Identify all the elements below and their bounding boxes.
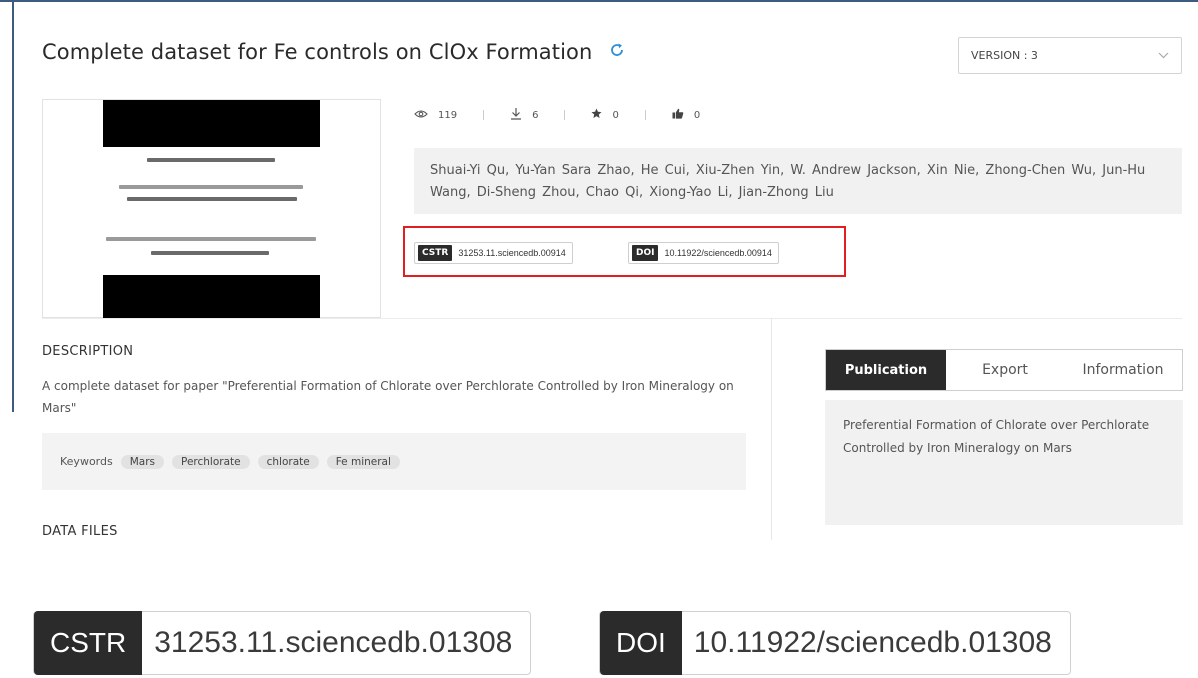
zoomed-cstr-identifier: CSTR 31253.11.sciencedb.01308 xyxy=(33,611,532,675)
side-tabs: Publication Export Information xyxy=(825,349,1183,391)
downloads-stat: 6 xyxy=(510,107,538,123)
zoomed-cstr-tag: CSTR xyxy=(34,611,143,675)
views-stat: 119 xyxy=(414,109,457,122)
doi-identifier[interactable]: DOI 10.11922/sciencedb.00914 xyxy=(628,242,779,264)
description-text: A complete dataset for paper "Preferenti… xyxy=(42,379,734,415)
chevron-down-icon xyxy=(1158,49,1169,62)
section-divider xyxy=(42,318,1182,319)
keyword-tag[interactable]: chlorate xyxy=(257,454,319,469)
keywords-box: Keywords Mars Perchlorate chlorate Fe mi… xyxy=(42,433,746,490)
author-list: Shuai-Yi Qu, Yu-Yan Sara Zhao, He Cui, X… xyxy=(414,148,1182,214)
stars-stat[interactable]: 0 xyxy=(591,108,619,122)
download-icon xyxy=(510,107,522,123)
stat-divider xyxy=(483,110,485,120)
redaction-bar-top xyxy=(103,100,320,147)
keywords-label: Keywords xyxy=(60,455,113,468)
version-select[interactable]: VERSION : 3 xyxy=(958,37,1182,74)
tab-publication[interactable]: Publication xyxy=(826,350,946,390)
description-heading: DESCRIPTION xyxy=(42,344,134,359)
doi-value: 10.11922/sciencedb.00914 xyxy=(664,248,772,258)
version-label: VERSION : 3 xyxy=(971,49,1038,62)
star-icon xyxy=(591,108,602,122)
cstr-value: 31253.11.sciencedb.00914 xyxy=(458,248,566,258)
zoomed-doi-value: 10.11922/sciencedb.01308 xyxy=(693,626,1052,659)
stat-divider xyxy=(564,110,566,120)
redaction-bar-bottom xyxy=(103,275,320,318)
thumbnail-text-line xyxy=(151,251,269,255)
zoomed-doi-tag: DOI xyxy=(600,611,682,675)
thumbnail-text-line xyxy=(127,197,297,201)
keyword-tag[interactable]: Fe mineral xyxy=(326,454,400,469)
dataset-title-text: Complete dataset for Fe controls on ClOx… xyxy=(42,40,593,64)
cstr-tag: CSTR xyxy=(418,245,453,261)
zoomed-cstr-value: 31253.11.sciencedb.01308 xyxy=(154,626,513,659)
publication-panel: Preferential Formation of Chlorate over … xyxy=(825,400,1183,525)
thumbnail-text-line xyxy=(147,158,275,162)
keyword-tag[interactable]: Perchlorate xyxy=(172,454,250,469)
stars-count: 0 xyxy=(612,109,619,121)
doi-tag: DOI xyxy=(632,245,659,261)
keyword-tag[interactable]: Mars xyxy=(120,454,164,469)
refresh-icon[interactable] xyxy=(609,39,625,63)
tab-export[interactable]: Export xyxy=(946,350,1064,390)
document-thumbnail[interactable] xyxy=(42,99,381,318)
data-files-heading: DATA FILES xyxy=(42,524,118,539)
thumbs-up-icon xyxy=(672,108,684,122)
thumbnail-text-line xyxy=(119,185,303,189)
column-divider xyxy=(771,318,772,540)
zoomed-doi-identifier: DOI 10.11922/sciencedb.01308 xyxy=(599,611,1071,675)
downloads-count: 6 xyxy=(532,109,539,121)
views-count: 119 xyxy=(438,109,458,121)
dataset-title: Complete dataset for Fe controls on ClOx… xyxy=(42,40,625,64)
stat-divider xyxy=(644,110,646,120)
tab-information[interactable]: Information xyxy=(1064,350,1182,390)
likes-stat[interactable]: 0 xyxy=(672,108,700,122)
cstr-identifier[interactable]: CSTR 31253.11.sciencedb.00914 xyxy=(414,242,573,264)
eye-icon xyxy=(414,109,428,122)
dataset-stats: 119 6 0 0 xyxy=(414,107,700,123)
thumbnail-text-line xyxy=(106,237,316,241)
likes-count: 0 xyxy=(693,109,701,121)
